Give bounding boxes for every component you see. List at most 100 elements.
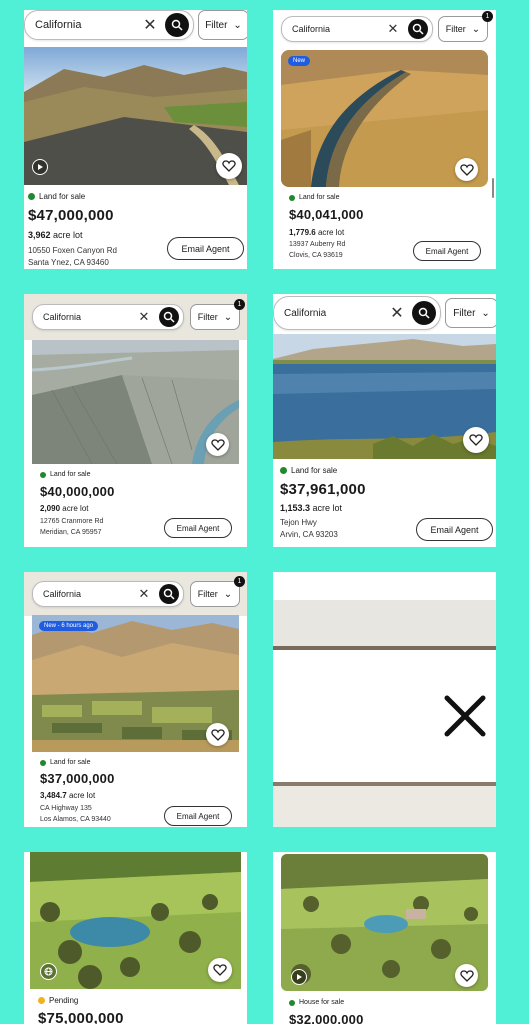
chevron-down-icon: ⌄ [223, 311, 233, 323]
listing-card-7[interactable]: House for sale $32,000,000 [273, 852, 496, 1024]
listing-price: $40,000,000 [40, 484, 115, 499]
search-icon[interactable] [408, 19, 428, 39]
filter-count-badge: 1 [234, 576, 245, 587]
search-icon[interactable] [412, 301, 436, 325]
filter-count-badge: 1 [482, 11, 493, 22]
new-tag: New - 6 hours ago [39, 621, 99, 631]
video-icon[interactable] [291, 969, 307, 985]
search-bar[interactable]: California ✕ [32, 304, 184, 330]
listing-address: Tejon Hwy Arvin, CA 93203 [280, 518, 338, 539]
search-input[interactable]: California [274, 308, 388, 319]
email-agent-button[interactable]: Email Agent [167, 237, 244, 260]
search-icon[interactable] [159, 307, 179, 327]
search-bar[interactable]: California ✕ [281, 16, 433, 42]
filter-button[interactable]: Filter ⌄ [190, 581, 240, 607]
email-agent-button[interactable]: Email Agent [164, 518, 232, 538]
favorite-heart-icon[interactable] [455, 158, 478, 181]
email-agent-button[interactable]: Email Agent [164, 806, 232, 826]
listing-card-3[interactable]: California ✕ Filter ⌄ 1 Land for sale $40… [24, 294, 247, 547]
chevron-down-icon: ⌄ [223, 588, 233, 600]
listing-photo[interactable] [24, 47, 247, 185]
search-icon[interactable] [159, 584, 179, 604]
filter-label: Filter [205, 19, 228, 31]
listing-price: $47,000,000 [28, 207, 114, 224]
chevron-down-icon: ⌄ [471, 23, 481, 35]
clear-icon[interactable]: ✕ [135, 309, 153, 325]
filter-label: Filter [197, 312, 218, 322]
filter-label: Filter [453, 307, 476, 319]
clear-icon[interactable]: ✕ [135, 586, 153, 602]
filter-count-badge: 1 [234, 299, 245, 310]
search-input[interactable]: California [25, 19, 141, 31]
favorite-heart-icon[interactable] [455, 964, 478, 987]
lot-size: 3,962 acre lot [28, 230, 83, 240]
listing-photo[interactable] [30, 852, 241, 989]
email-agent-button[interactable]: Email Agent [413, 241, 481, 261]
viewer-band-top [273, 600, 496, 646]
chevron-down-icon: ⌄ [481, 307, 490, 319]
lot-size: 1,779.6 acre lot [289, 228, 345, 237]
email-agent-button[interactable]: Email Agent [416, 518, 493, 541]
search-input[interactable]: California [282, 24, 384, 34]
status-badge: Land for sale [289, 194, 339, 201]
scrollbar[interactable] [492, 178, 494, 198]
listing-card-2[interactable]: California ✕ Filter ⌄ 1 New Land for sale… [273, 10, 496, 269]
listing-photo[interactable] [32, 340, 239, 464]
video-icon[interactable] [32, 159, 48, 175]
listing-photo[interactable]: New - 6 hours ago [32, 615, 239, 752]
filter-button[interactable]: Filter ⌄ [198, 10, 247, 40]
status-dot [40, 759, 46, 766]
filter-button[interactable]: Filter ⌄ [438, 16, 488, 42]
filter-button[interactable]: Filter ⌄ [190, 304, 240, 330]
search-bar[interactable]: California ✕ [32, 581, 184, 607]
favorite-heart-icon[interactable] [208, 958, 232, 982]
listing-card-6[interactable]: Pending $75,000,000 [24, 852, 247, 1024]
status-dot [28, 193, 35, 200]
status-dot [289, 194, 295, 201]
favorite-heart-icon[interactable] [216, 153, 242, 179]
listing-card-5[interactable]: California ✕ Filter ⌄ 1 New - 6 hours ago… [24, 572, 247, 827]
filter-label: Filter [197, 589, 218, 599]
clear-icon[interactable]: ✕ [388, 303, 406, 323]
globe-icon[interactable] [40, 963, 57, 980]
lot-size: 2,090 acre lot [40, 504, 89, 513]
chevron-down-icon: ⌄ [233, 19, 242, 31]
listing-address: CA Highway 135 Los Alamos, CA 93440 [40, 805, 111, 823]
listing-photo[interactable] [273, 334, 496, 459]
status-dot [289, 999, 295, 1006]
favorite-heart-icon[interactable] [463, 427, 489, 453]
status-dot [38, 997, 45, 1004]
listing-price: $32,000,000 [289, 1012, 364, 1024]
photo-viewer-tile [273, 572, 496, 827]
viewer-divider-top [273, 646, 496, 650]
favorite-heart-icon[interactable] [206, 723, 229, 746]
status-dot [40, 471, 46, 478]
listing-price: $37,000,000 [40, 771, 115, 786]
clear-icon[interactable]: ✕ [141, 15, 159, 35]
search-bar[interactable]: California ✕ [273, 296, 441, 330]
status-badge: Land for sale [40, 471, 90, 478]
listing-address: 12765 Cranmore Rd Meridian, CA 95957 [40, 518, 104, 536]
search-icon[interactable] [165, 13, 189, 37]
listing-price: $75,000,000 [38, 1010, 124, 1024]
listing-card-4[interactable]: California ✕ Filter ⌄ Land for sale $37,9… [273, 294, 496, 547]
status-badge: Land for sale [28, 192, 85, 201]
filter-button[interactable]: Filter ⌄ [445, 298, 496, 328]
viewer-band-bottom [273, 786, 496, 827]
search-input[interactable]: California [33, 312, 135, 322]
listing-price: $40,041,000 [289, 207, 364, 222]
close-icon[interactable] [443, 694, 487, 738]
favorite-heart-icon[interactable] [206, 433, 229, 456]
listing-card-1[interactable]: California ✕ Filter ⌄ Land for sale $47,0… [24, 10, 247, 269]
listing-address: 10550 Foxen Canyon Rd Santa Ynez, CA 9346… [28, 246, 117, 267]
clear-icon[interactable]: ✕ [384, 21, 402, 37]
search-bar[interactable]: California ✕ [24, 10, 194, 40]
status-badge: Land for sale [280, 466, 337, 475]
lot-size: 1,153.3 acre lot [280, 503, 343, 513]
listing-photo[interactable]: New [281, 50, 488, 187]
search-input[interactable]: California [33, 589, 135, 599]
status-badge: Pending [38, 996, 78, 1005]
listing-photo[interactable] [281, 854, 488, 991]
status-badge: Land for sale [40, 759, 90, 766]
filter-label: Filter [445, 24, 466, 34]
